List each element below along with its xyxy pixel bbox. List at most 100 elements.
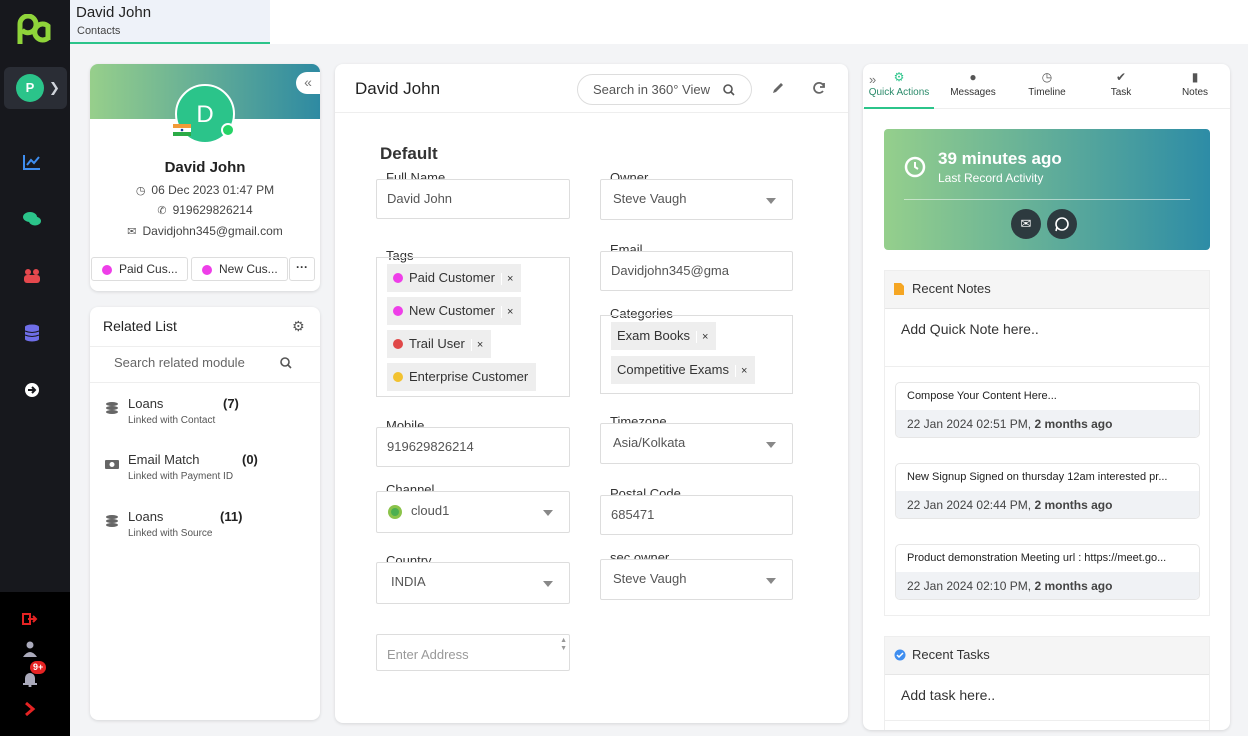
search-360-input[interactable] [593,82,723,97]
owner-select[interactable]: Steve Vaugh [600,179,793,220]
created-date: ◷ 06 Dec 2023 01:47 PM [90,183,320,197]
quick-actions-panel: » ⚙ Quick Actions ● Messages ◷ Timeline ✔ Ta… [863,64,1230,730]
category-exam-books: Exam Books × [611,322,717,350]
full-name-field[interactable]: David John [376,179,570,219]
analytics-icon[interactable] [18,148,46,176]
edit-pencil-icon[interactable] [771,81,785,95]
remove-tag-button[interactable]: × [470,339,483,351]
related-item-name: Loans [128,396,164,411]
note-item[interactable]: New Signup Signed on thursday 12am inter… [895,463,1200,519]
note-item[interactable]: Compose Your Content Here... 22 Jan 2024… [895,382,1200,438]
user-avatar: P [16,74,44,102]
whatsapp-status-icon [221,123,235,137]
remove-category-button[interactable]: × [734,365,747,377]
email-line[interactable]: ✉ Davidjohn345@gmail.com [90,224,320,238]
owner-value: Steve Vaugh [613,191,687,206]
logout-icon[interactable] [16,605,44,633]
recent-notes-header: Recent Notes [885,271,1209,309]
tab-messages[interactable]: ● Messages [938,70,1008,98]
tab-label: Task [1110,87,1132,98]
country-value: INDIA [391,574,426,589]
related-item-sub: Linked with Source [128,528,213,539]
related-item-name: Email Match [128,452,200,467]
user-switcher[interactable]: P ❯ [4,67,67,109]
note-item[interactable]: Product demonstration Meeting url : http… [895,544,1200,600]
note-footer: 22 Jan 2024 02:44 PM, 2 months ago [896,491,1199,518]
tag-chip-label: Paid Cus... [119,262,178,276]
sidebar-bottom: 9+ [0,592,70,736]
gear-icon[interactable]: ⚙ [292,318,305,335]
timezone-select[interactable]: Asia/Kolkata [600,423,793,464]
related-item-count: (0) [242,452,258,467]
note-body: New Signup Signed on thursday 12am inter… [907,471,1168,483]
chevron-right-icon[interactable] [16,695,44,723]
bell-icon[interactable]: 9+ [16,661,47,693]
envelope-icon: ✉ [127,226,137,238]
quick-note-input[interactable] [901,321,1191,351]
arrow-right-circle-icon[interactable] [18,376,46,404]
tag-label: New Customer [409,303,495,318]
mobile-field[interactable]: 919629826214 [376,427,570,467]
email-action-button[interactable]: ✉ [1011,209,1041,239]
more-tags-button[interactable]: ··· [289,257,315,281]
remove-tag-button[interactable]: × [500,306,513,318]
recent-tasks-panel: Recent Tasks [884,636,1210,730]
user-icon[interactable] [16,635,44,663]
chevron-down-icon [766,198,776,204]
email-field[interactable]: Davidjohn345@gma [600,251,793,291]
postal-code-field[interactable]: 685471 [600,495,793,535]
quick-task [885,675,1209,721]
related-item-loans[interactable]: Loans (7) Linked with Contact [104,396,304,436]
coins-icon [106,515,118,527]
chevron-down-icon [766,442,776,448]
country-select[interactable]: INDIA [376,562,570,604]
tag-chip-paid[interactable]: Paid Cus... [91,257,188,281]
refresh-icon[interactable] [812,81,826,95]
tag-chip-new[interactable]: New Cus... [191,257,288,281]
address-input[interactable] [377,635,557,670]
created-date-text: 06 Dec 2023 01:47 PM [151,183,275,197]
related-item-loans-source[interactable]: Loans (11) Linked with Source [104,509,304,549]
india-flag-icon [173,124,191,136]
remove-category-button[interactable]: × [695,331,708,343]
tab-timeline[interactable]: ◷ Timeline [1012,70,1082,98]
note-footer: 22 Jan 2024 02:51 PM, 2 months ago [896,410,1199,437]
remove-tag-button[interactable]: × [500,273,513,285]
collapse-left-button[interactable]: « [296,72,320,94]
app-logo[interactable] [14,14,56,48]
note-body: Compose Your Content Here... [907,390,1057,402]
quick-task-input[interactable] [901,687,1191,717]
tab-notes[interactable]: ▮ Notes [1160,70,1230,98]
note-date: 22 Jan 2024 02:44 PM, [907,498,1032,512]
note-ago: 2 months ago [1034,417,1113,431]
tag-chip-label: New Cus... [219,262,278,276]
whatsapp-action-button[interactable] [1047,209,1077,239]
tag-color-dot [393,372,403,382]
tab-david-john[interactable]: David John Contacts [70,0,270,44]
search-icon[interactable] [280,357,292,369]
tab-label: Notes [1181,87,1209,98]
sec-owner-value: Steve Vaugh [613,571,687,586]
tab-task[interactable]: ✔ Task [1086,70,1156,98]
search-icon[interactable] [723,84,735,96]
tags-field[interactable]: Paid Customer × New Customer × Trail User ×… [376,257,570,397]
related-item-name: Loans [128,509,164,524]
related-search-input[interactable] [114,355,274,370]
tag-color-dot [393,339,403,349]
phone-text: 919629826214 [172,203,253,217]
sec-owner-select[interactable]: Steve Vaugh [600,559,793,600]
note-date: 22 Jan 2024 02:10 PM, [907,579,1032,593]
categories-field[interactable]: Exam Books × Competitive Exams × [600,315,793,394]
stepper-icon[interactable]: ▲ ▼ [560,637,567,653]
recent-notes-title: Recent Notes [912,281,991,296]
channel-select[interactable]: cloud1 [376,491,570,533]
clock-icon: ◷ [1041,70,1053,84]
chat-icon[interactable] [18,205,46,233]
tab-quick-actions[interactable]: ⚙ Quick Actions [864,70,934,109]
channel-icon [388,505,402,519]
related-item-email-match[interactable]: Email Match (0) Linked with Payment ID [104,452,304,492]
users-icon[interactable] [18,262,46,290]
database-icon[interactable] [18,319,46,347]
check-circle-icon: ✔ [1115,70,1127,84]
category-label: Exam Books [617,328,690,343]
